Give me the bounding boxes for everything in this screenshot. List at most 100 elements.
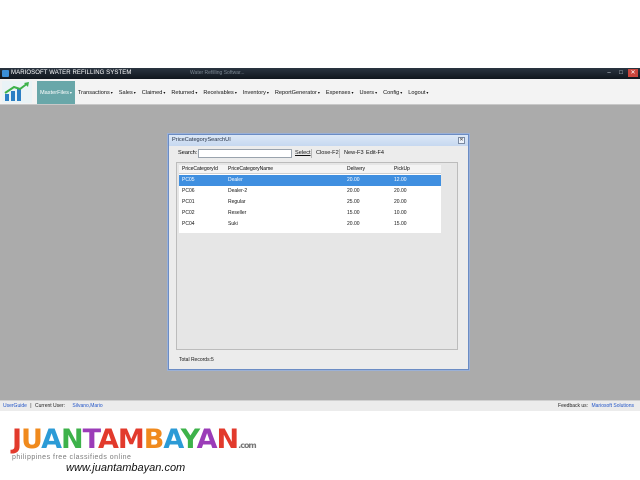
table-cell: Suki <box>228 221 238 227</box>
menu-item-returned[interactable]: Returned▾ <box>168 81 200 104</box>
table-cell: 20.00 <box>394 199 407 205</box>
chevron-down-icon: ▾ <box>351 90 354 95</box>
table-cell: Dealer-2 <box>228 188 248 194</box>
maximize-button[interactable]: □ <box>616 69 626 77</box>
table-row[interactable]: PC05 Dealer 20.00 12.00 <box>179 175 441 186</box>
table-cell: PC01 <box>182 199 195 205</box>
menu-item-inventory[interactable]: Inventory▾ <box>240 81 272 104</box>
window-titlebar: MARIOSOFT WATER REFILLING SYSTEM Water R… <box>0 68 640 79</box>
price-category-grid: PriceCategoryId PriceCategoryName Delive… <box>179 165 441 233</box>
dialog-titlebar: PriceCategorySearchUI ✕ <box>169 135 468 146</box>
menu-item-label: Sales <box>118 90 133 96</box>
select-button[interactable]: Select <box>295 147 311 159</box>
window-title: MARIOSOFT WATER REFILLING SYSTEM <box>11 70 132 76</box>
menu-item-masterfiles[interactable]: MasterFiles▾ <box>37 81 75 104</box>
grid-panel: PriceCategoryId PriceCategoryName Delive… <box>176 162 458 350</box>
chevron-down-icon: ▾ <box>195 90 198 95</box>
column-header-delivery[interactable]: Delivery <box>347 165 365 174</box>
taskbar-ghost-title: Water Refilling Softwar... <box>190 70 245 76</box>
menu-item-label: Claimed <box>141 90 163 96</box>
menu-item-reportgenerator[interactable]: ReportGenerator▾ <box>272 81 323 104</box>
table-cell: 12.00 <box>394 177 407 183</box>
table-cell: 20.00 <box>347 188 360 194</box>
main-menu: MasterFiles▾ Transactions▾ Sales▾ Claimed▾ R… <box>37 81 431 104</box>
menu-item-label: Expenses <box>325 90 351 96</box>
table-row[interactable]: PC06 Dealer-2 20.00 20.00 <box>179 186 441 197</box>
menu-item-label: MasterFiles <box>40 90 69 96</box>
table-cell: PC02 <box>182 210 195 216</box>
feedback-link[interactable]: Mariosoft Solutions <box>591 403 634 409</box>
search-label: Search: <box>178 150 198 156</box>
grid-header: PriceCategoryId PriceCategoryName Delive… <box>179 165 441 174</box>
menu-item-receivables[interactable]: Receivables▾ <box>200 81 240 104</box>
chevron-down-icon: ▾ <box>266 90 269 95</box>
menu-item-label: Users <box>359 90 375 96</box>
watermark-url: www.juantambayan.com <box>66 462 186 474</box>
menu-item-label: ReportGenerator <box>274 90 317 96</box>
table-cell: PC05 <box>182 177 195 183</box>
chevron-down-icon: ▾ <box>69 90 72 95</box>
table-cell: 20.00 <box>347 177 360 183</box>
new-f3-button[interactable]: New-F3 <box>344 147 364 159</box>
table-row[interactable]: PC02 Reseller 15.00 10.00 <box>179 208 441 219</box>
table-cell: PC04 <box>182 221 195 227</box>
table-cell: Reseller <box>228 210 247 216</box>
table-row[interactable]: PC04 Suki 20.00 15.00 <box>179 219 441 230</box>
chevron-down-icon: ▾ <box>133 90 136 95</box>
menu-item-label: Logout <box>408 90 426 96</box>
watermark-tagline: philippines free classifieds online <box>12 454 132 461</box>
toolbar-divider <box>311 149 312 158</box>
column-header-pickup[interactable]: PickUp <box>394 165 410 174</box>
table-row[interactable]: PC01 Regular 25.00 20.00 <box>179 197 441 208</box>
menu-item-transactions[interactable]: Transactions▾ <box>75 81 116 104</box>
minimize-button[interactable]: – <box>604 69 614 77</box>
status-separator: | <box>30 403 32 409</box>
app-logo-icon <box>2 81 32 103</box>
chevron-down-icon: ▾ <box>110 90 113 95</box>
total-records: Total Records:5 <box>179 357 214 363</box>
watermark-logo: JUANTAMBAYAN.com philippines free classi… <box>8 426 308 478</box>
chevron-down-icon: ▾ <box>234 90 237 95</box>
menu-item-logout[interactable]: Logout▾ <box>405 81 431 104</box>
menu-item-expenses[interactable]: Expenses▾ <box>323 81 357 104</box>
menu-item-claimed[interactable]: Claimed▾ <box>139 81 169 104</box>
chevron-down-icon: ▾ <box>163 90 166 95</box>
dialog-title: PriceCategorySearchUI <box>172 137 231 143</box>
table-cell: 20.00 <box>394 188 407 194</box>
status-bar: UserGuide | Current User: Silvano,Mario … <box>0 400 640 411</box>
table-cell: 15.00 <box>394 221 407 227</box>
chevron-down-icon: ▾ <box>400 90 403 95</box>
close-f2-button[interactable]: Close-F2 <box>316 147 339 159</box>
toolbar-divider <box>339 149 340 158</box>
userguide-link[interactable]: UserGuide <box>3 403 27 409</box>
table-cell: Dealer <box>228 177 243 183</box>
price-category-search-dialog: PriceCategorySearchUI ✕ Search: Select C… <box>168 134 469 370</box>
column-header-id[interactable]: PriceCategoryId <box>182 165 218 174</box>
chevron-down-icon: ▾ <box>426 90 429 95</box>
menu-item-label: Inventory <box>242 90 266 96</box>
menu-item-sales[interactable]: Sales▾ <box>116 81 139 104</box>
menu-bar: MasterFiles▾ Transactions▾ Sales▾ Claimed▾ R… <box>0 79 640 105</box>
dialog-close-icon[interactable]: ✕ <box>458 137 465 144</box>
table-cell: 15.00 <box>347 210 360 216</box>
dialog-toolbar: Search: Select Close-F2 New-F3 Edit-F4 <box>169 147 468 159</box>
menu-item-label: Returned <box>171 90 195 96</box>
search-input[interactable] <box>198 149 292 158</box>
app-window: MARIOSOFT WATER REFILLING SYSTEM Water R… <box>0 68 640 411</box>
table-cell: 10.00 <box>394 210 407 216</box>
menu-item-label: Config <box>383 90 400 96</box>
table-cell: PC06 <box>182 188 195 194</box>
edit-f4-button[interactable]: Edit-F4 <box>366 147 384 159</box>
menu-item-users[interactable]: Users▾ <box>356 81 380 104</box>
current-user-label: Current User: <box>35 403 66 409</box>
column-header-name[interactable]: PriceCategoryName <box>228 165 273 174</box>
table-cell: Regular <box>228 199 246 205</box>
chevron-down-icon: ▾ <box>375 90 378 95</box>
current-user-value: Silvano,Mario <box>72 403 103 409</box>
menu-item-config[interactable]: Config▾ <box>380 81 405 104</box>
app-icon <box>2 70 9 77</box>
chevron-down-icon: ▾ <box>317 90 320 95</box>
menu-item-label: Transactions <box>77 90 110 96</box>
close-window-button[interactable]: ✕ <box>628 69 638 77</box>
menu-item-label: Receivables <box>203 90 234 96</box>
